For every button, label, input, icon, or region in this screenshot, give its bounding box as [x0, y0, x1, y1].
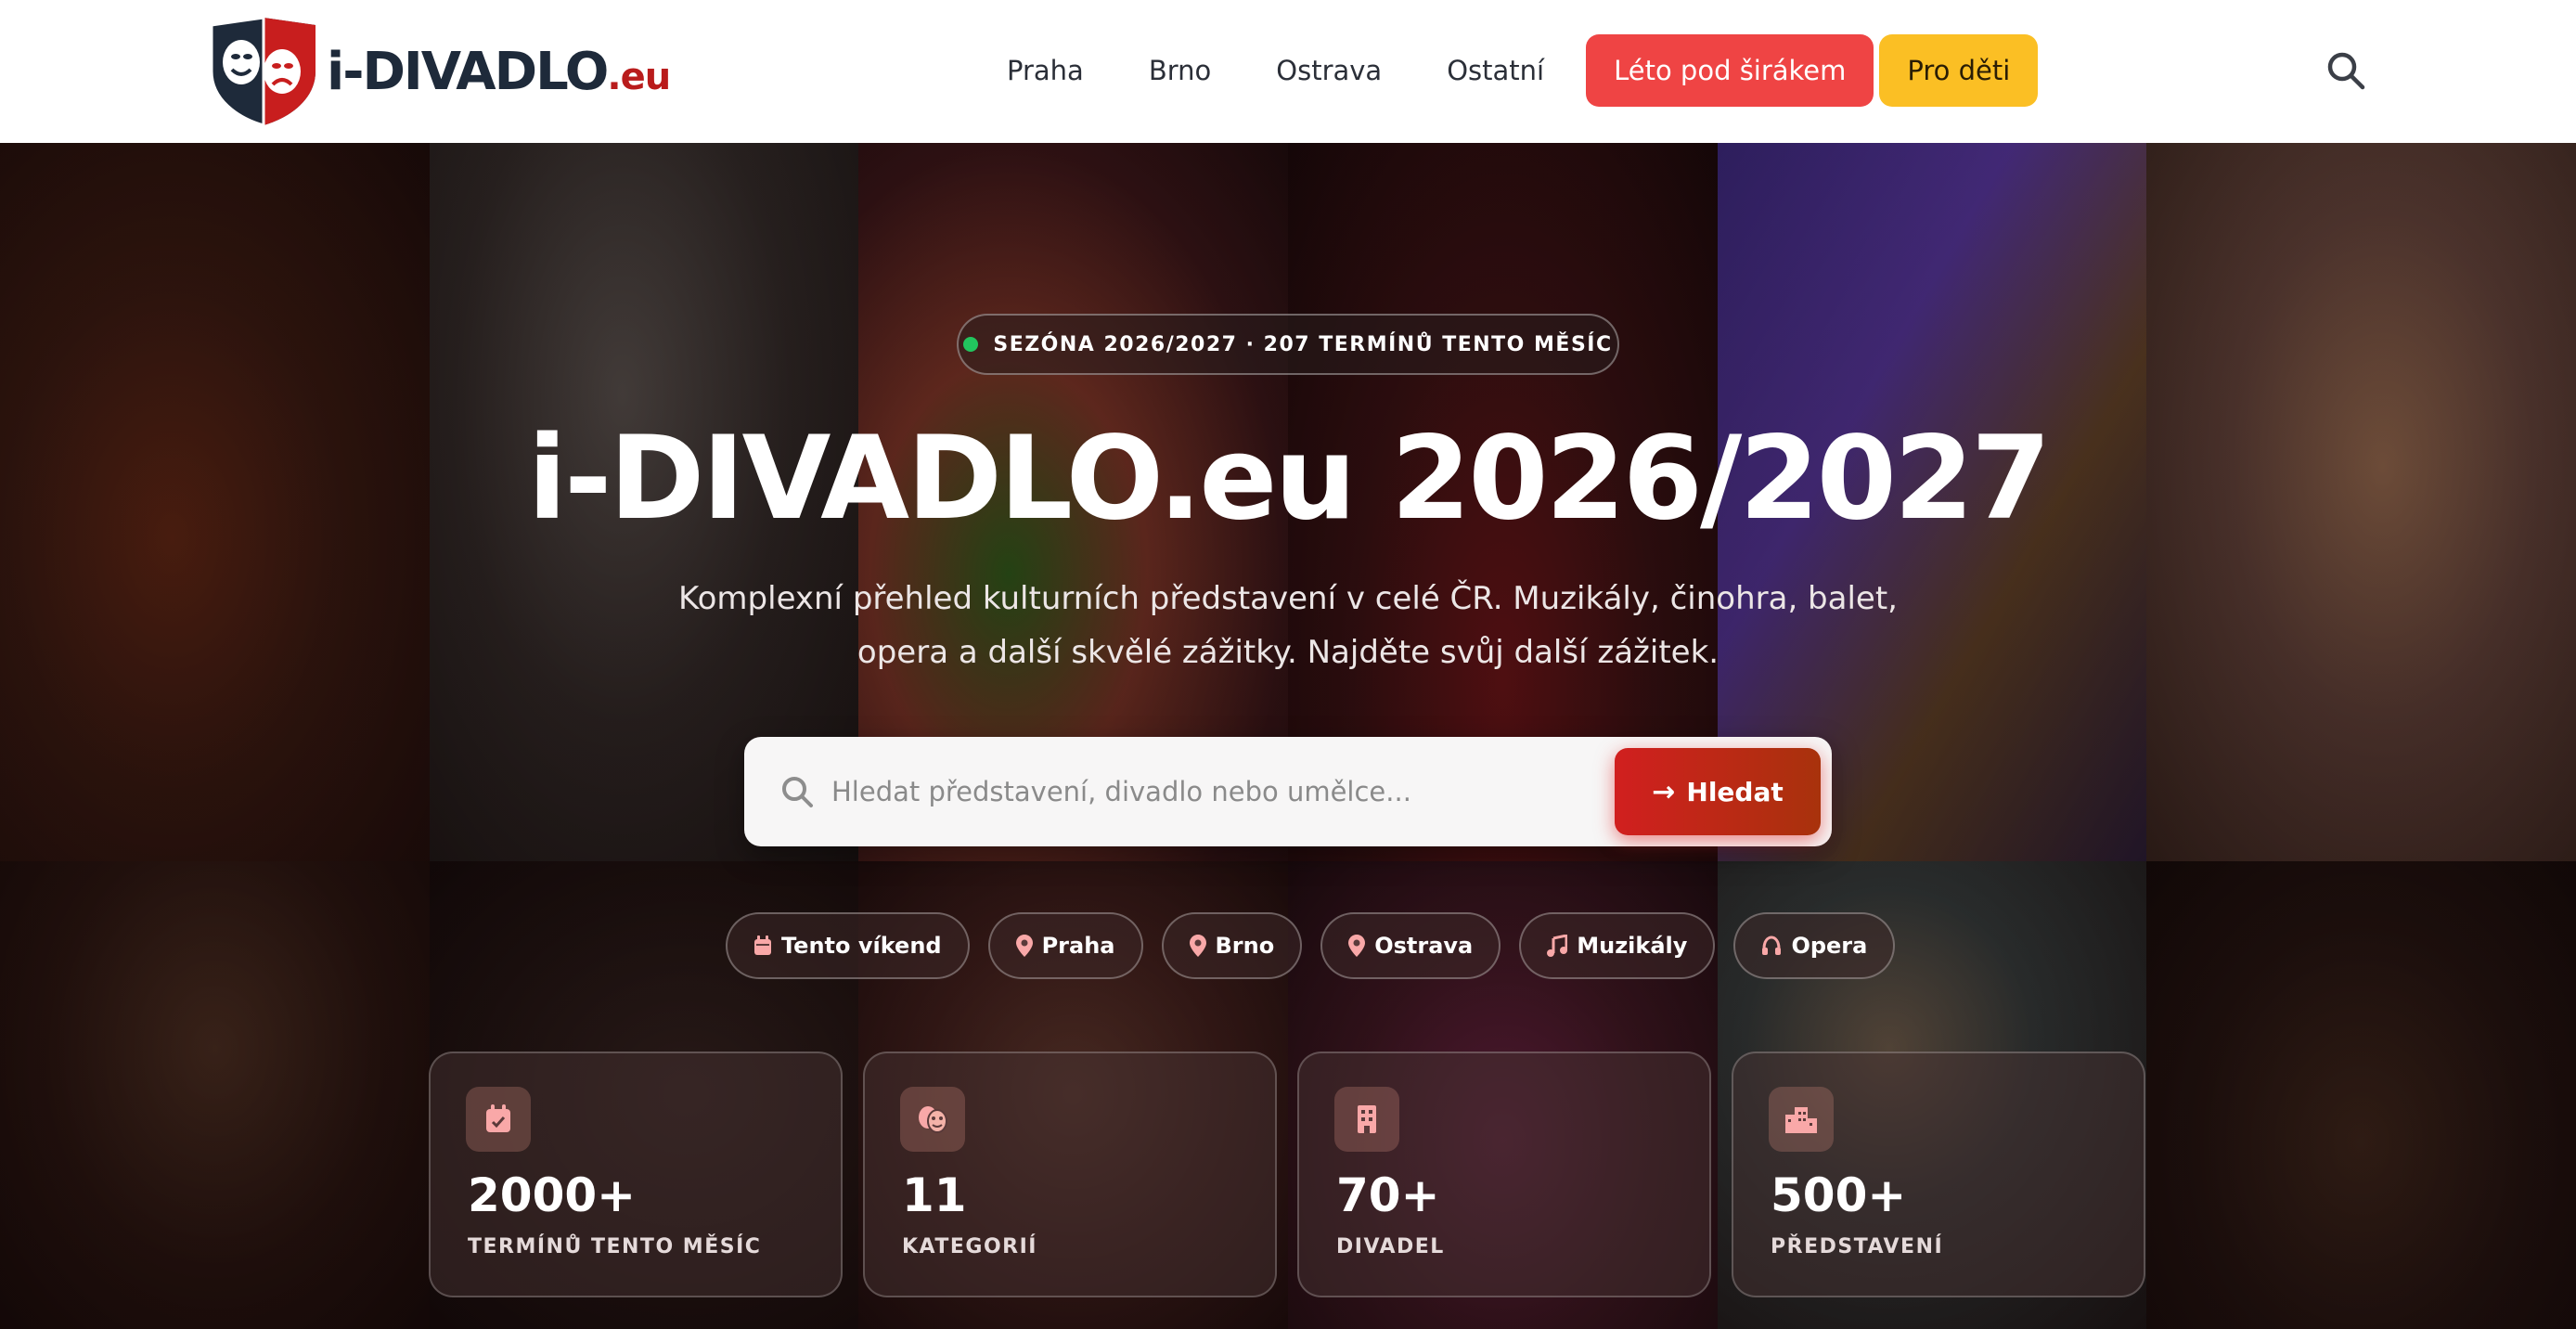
- season-badge-text: SEZÓNA 2026/2027 · 207 TERMÍNŮ TENTO MĚS…: [993, 332, 1613, 356]
- chip-label: Muzikály: [1577, 933, 1688, 959]
- chip-praha[interactable]: Praha: [987, 912, 1143, 979]
- season-badge: SEZÓNA 2026/2027 · 207 TERMÍNŮ TENTO MĚS…: [957, 314, 1619, 375]
- stats-cards: 2000+ TERMÍNŮ TENTO MĚSÍC 11 KATEGORIÍ 7…: [429, 1052, 2166, 1297]
- search-button[interactable]: → Hledat: [1615, 748, 1821, 835]
- site-header: i-DIVADLO.eu Praha Brno Ostrava Ostatní …: [0, 0, 2576, 143]
- stat-card-terms: 2000+ TERMÍNŮ TENTO MĚSÍC: [429, 1052, 843, 1297]
- chip-label: Tento víkend: [781, 933, 942, 959]
- logo-wordmark: i-DIVADLO.eu: [327, 41, 671, 102]
- stat-label: DIVADEL: [1336, 1235, 1445, 1258]
- building-icon: [1334, 1087, 1399, 1152]
- calendar-check-icon: [466, 1087, 531, 1152]
- chip-label: Opera: [1791, 933, 1868, 959]
- stat-label: PŘEDSTAVENÍ: [1771, 1235, 1944, 1258]
- city-icon: [1769, 1087, 1834, 1152]
- stat-value: 70+: [1336, 1168, 1440, 1222]
- hero-section: SEZÓNA 2026/2027 · 207 TERMÍNŮ TENTO MĚS…: [0, 143, 2576, 1329]
- logo-name: i-DIVADLO: [327, 41, 609, 102]
- kids-button[interactable]: Pro děti: [1879, 34, 2039, 107]
- calendar-icon: [754, 935, 771, 955]
- chip-label: Ostrava: [1374, 933, 1474, 959]
- hero-subtitle: Komplexní přehled kulturních představení…: [638, 572, 1938, 679]
- stat-label: TERMÍNŮ TENTO MĚSÍC: [468, 1235, 762, 1258]
- hero-subtitle-line: Komplexní přehled kulturních představení…: [678, 580, 1898, 617]
- theater-masks-icon: [900, 1087, 965, 1152]
- stat-value: 500+: [1771, 1168, 1907, 1222]
- headphones-icon: [1762, 935, 1782, 955]
- hero-subtitle-line: opera a další skvělé zážitky. Najděte sv…: [857, 634, 1719, 671]
- chip-this-weekend[interactable]: Tento víkend: [726, 912, 970, 979]
- search-bar: → Hledat: [744, 737, 1832, 846]
- nav-link-brno[interactable]: Brno: [1116, 33, 1243, 108]
- map-pin-icon: [1348, 935, 1366, 957]
- nav-link-ostrava[interactable]: Ostrava: [1243, 33, 1414, 108]
- nav-link-ostatni[interactable]: Ostatní: [1414, 33, 1577, 108]
- stat-value: 2000+: [468, 1168, 637, 1222]
- search-field-icon: [782, 777, 813, 807]
- chip-ostrava[interactable]: Ostrava: [1320, 912, 1501, 979]
- theater-masks-logo-icon: [210, 16, 316, 127]
- stat-card-categories: 11 KATEGORIÍ: [863, 1052, 1277, 1297]
- chip-brno[interactable]: Brno: [1161, 912, 1303, 979]
- chip-label: Praha: [1041, 933, 1115, 959]
- search-icon[interactable]: [2325, 50, 2366, 91]
- stat-card-theatres: 70+ DIVADEL: [1297, 1052, 1711, 1297]
- main-nav: Praha Brno Ostrava Ostatní Léto pod širá…: [974, 33, 2039, 108]
- hero-title: i-DIVADLO.eu 2026/2027: [527, 412, 2052, 546]
- logo-tld: .eu: [607, 55, 671, 98]
- map-pin-icon: [1015, 935, 1033, 957]
- arrow-right-icon: →: [1652, 775, 1676, 808]
- stat-value: 11: [902, 1168, 967, 1222]
- music-note-icon: [1547, 935, 1568, 957]
- stat-card-performances: 500+ PŘEDSTAVENÍ: [1732, 1052, 2145, 1297]
- chip-muzikaly[interactable]: Muzikály: [1519, 912, 1716, 979]
- summer-outdoor-button[interactable]: Léto pod širákem: [1586, 34, 1874, 107]
- search-button-label: Hledat: [1686, 776, 1784, 807]
- nav-link-praha[interactable]: Praha: [974, 33, 1116, 108]
- live-dot-icon: [963, 337, 979, 352]
- chip-opera[interactable]: Opera: [1733, 912, 1896, 979]
- map-pin-icon: [1189, 935, 1206, 957]
- chip-label: Brno: [1215, 933, 1275, 959]
- search-input[interactable]: [831, 765, 1574, 819]
- quick-filter-chips: Tento víkend Praha Brno Ostrava Muzikály…: [726, 912, 1913, 979]
- stat-label: KATEGORIÍ: [902, 1235, 1037, 1258]
- site-logo[interactable]: i-DIVADLO.eu: [204, 16, 671, 127]
